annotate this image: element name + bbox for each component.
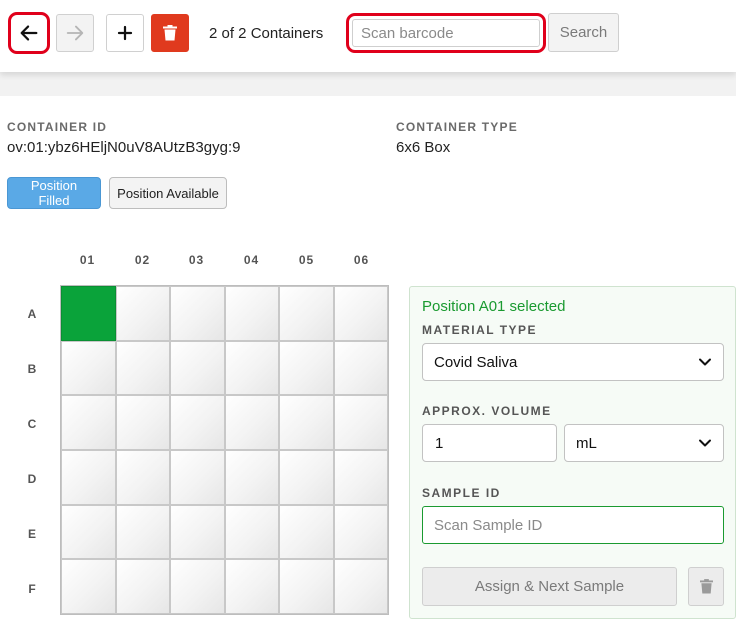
sample-id-label: SAMPLE ID	[422, 486, 501, 500]
grid-cell[interactable]	[170, 395, 225, 450]
volume-value: 1	[435, 434, 444, 452]
row-label: E	[27, 527, 37, 541]
row-label: B	[27, 362, 38, 376]
grid-cell[interactable]	[170, 504, 225, 560]
material-type-value: Covid Saliva	[434, 353, 518, 371]
grid-cell[interactable]	[224, 559, 279, 614]
grid-cell[interactable]	[61, 450, 116, 505]
column-label: 06	[353, 253, 370, 267]
grid-cell[interactable]	[224, 340, 279, 396]
container-grid	[60, 285, 389, 615]
back-button[interactable]	[8, 12, 50, 54]
grid-cell[interactable]	[279, 340, 334, 396]
grid-cell[interactable]	[333, 340, 388, 396]
grid-cell[interactable]	[333, 504, 388, 560]
column-label: 01	[79, 253, 96, 267]
row-label: A	[27, 307, 38, 321]
grid-cell[interactable]	[279, 286, 334, 341]
add-container-button[interactable]	[106, 14, 144, 52]
grid-cell[interactable]	[279, 559, 334, 614]
column-label: 02	[134, 253, 151, 267]
row-label: C	[27, 417, 38, 431]
grid-cell[interactable]	[333, 395, 388, 450]
material-type-label: MATERIAL TYPE	[422, 323, 538, 337]
sample-id-input[interactable]	[422, 506, 724, 544]
row-label: F	[28, 582, 37, 596]
grid-cell[interactable]	[115, 395, 170, 450]
row-label: D	[27, 472, 38, 486]
container-type-value: 6x6 Box	[396, 139, 451, 156]
volume-input[interactable]: 1	[422, 424, 557, 462]
position-detail-panel: Position A01 selected MATERIAL TYPE Covi…	[409, 286, 736, 619]
grid-cell[interactable]	[115, 559, 170, 614]
grid-cell[interactable]	[224, 450, 279, 505]
grid-cell[interactable]	[279, 504, 334, 560]
grid-cell[interactable]	[115, 450, 170, 505]
assign-next-sample-button[interactable]: Assign & Next Sample	[422, 567, 677, 606]
chevron-down-icon	[699, 439, 711, 447]
column-label: 03	[188, 253, 205, 267]
grid-cell[interactable]	[115, 286, 170, 341]
approx-volume-label: APPROX. VOLUME	[422, 404, 552, 418]
grid-cell[interactable]	[61, 286, 116, 341]
grid-cell[interactable]	[170, 286, 225, 341]
toolbar: 2 of 2 Containers Search	[0, 0, 736, 72]
grid-cell[interactable]	[333, 450, 388, 505]
grid-cell[interactable]	[115, 340, 170, 396]
container-count: 2 of 2 Containers	[209, 25, 324, 42]
grid-cell[interactable]	[170, 340, 225, 396]
volume-unit-value: mL	[576, 434, 597, 452]
toolbar-divider	[0, 72, 736, 96]
chevron-down-icon	[699, 358, 711, 366]
grid-cell[interactable]	[61, 340, 116, 396]
clear-position-button[interactable]	[688, 567, 724, 606]
legend-position-filled: Position Filled	[7, 177, 101, 209]
arrow-left-icon	[20, 25, 38, 41]
grid-cell[interactable]	[61, 559, 116, 614]
grid-cell[interactable]	[279, 450, 334, 505]
column-label: 04	[243, 253, 260, 267]
grid-cell[interactable]	[279, 395, 334, 450]
arrow-right-icon	[66, 25, 84, 41]
grid-cell[interactable]	[333, 559, 388, 614]
grid-cell[interactable]	[224, 395, 279, 450]
trash-icon	[699, 579, 713, 594]
selected-position-text: Position A01 selected	[422, 298, 566, 315]
grid-cell[interactable]	[61, 395, 116, 450]
column-label: 05	[298, 253, 315, 267]
volume-unit-select[interactable]: mL	[564, 424, 724, 462]
grid-cell[interactable]	[170, 450, 225, 505]
forward-button[interactable]	[56, 14, 94, 52]
delete-container-button[interactable]	[151, 14, 189, 52]
grid-cell[interactable]	[224, 286, 279, 341]
legend-position-available: Position Available	[109, 177, 227, 209]
container-id-label: CONTAINER ID	[7, 120, 108, 134]
trash-icon	[163, 25, 177, 41]
grid-cell[interactable]	[333, 286, 388, 341]
grid-cell[interactable]	[224, 504, 279, 560]
material-type-select[interactable]: Covid Saliva	[422, 343, 724, 381]
scan-barcode-input[interactable]	[352, 19, 540, 47]
container-id-value: ov:01:ybz6HEljN0uV8AUtzB3gyg:9	[7, 139, 241, 156]
grid-cell[interactable]	[115, 504, 170, 560]
search-button[interactable]: Search	[548, 13, 619, 52]
grid-cell[interactable]	[170, 559, 225, 614]
scan-barcode-highlight	[346, 13, 546, 53]
grid-cell[interactable]	[61, 504, 116, 560]
container-type-label: CONTAINER TYPE	[396, 120, 518, 134]
plus-icon	[117, 25, 133, 41]
